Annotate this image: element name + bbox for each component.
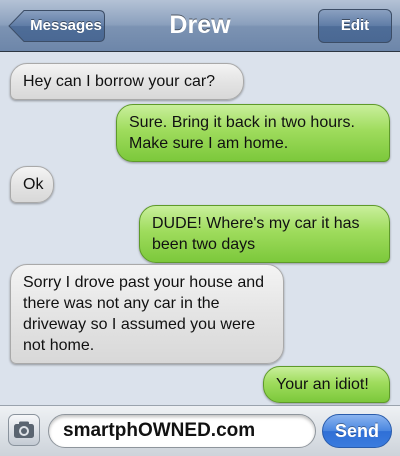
conversation-title: Drew [169,11,231,39]
camera-icon[interactable] [8,414,40,446]
navigation-bar: Messages Drew Edit [0,0,400,52]
edit-button[interactable]: Edit [318,9,392,43]
send-button[interactable]: Send [322,414,392,448]
message-input[interactable]: smartphOWNED.com [48,414,316,448]
message-bubble-outgoing: Sure. Bring it back in two hours. Make s… [116,104,390,162]
message-bubble-incoming: Ok [10,166,54,203]
back-button[interactable]: Messages [8,9,106,43]
messages-screen: Messages Drew Edit Hey can I borrow your… [0,0,400,456]
message-bubble-incoming: Sorry I drove past your house and there … [10,264,284,364]
message-bubble-outgoing: DUDE! Where's my car it has been two day… [139,205,390,263]
back-button-label: Messages [30,17,102,34]
message-bubble-outgoing: Your an idiot! [263,366,390,403]
composer-bar: smartphOWNED.com Send [0,405,400,456]
message-bubble-incoming: Hey can I borrow your car? [10,63,244,100]
